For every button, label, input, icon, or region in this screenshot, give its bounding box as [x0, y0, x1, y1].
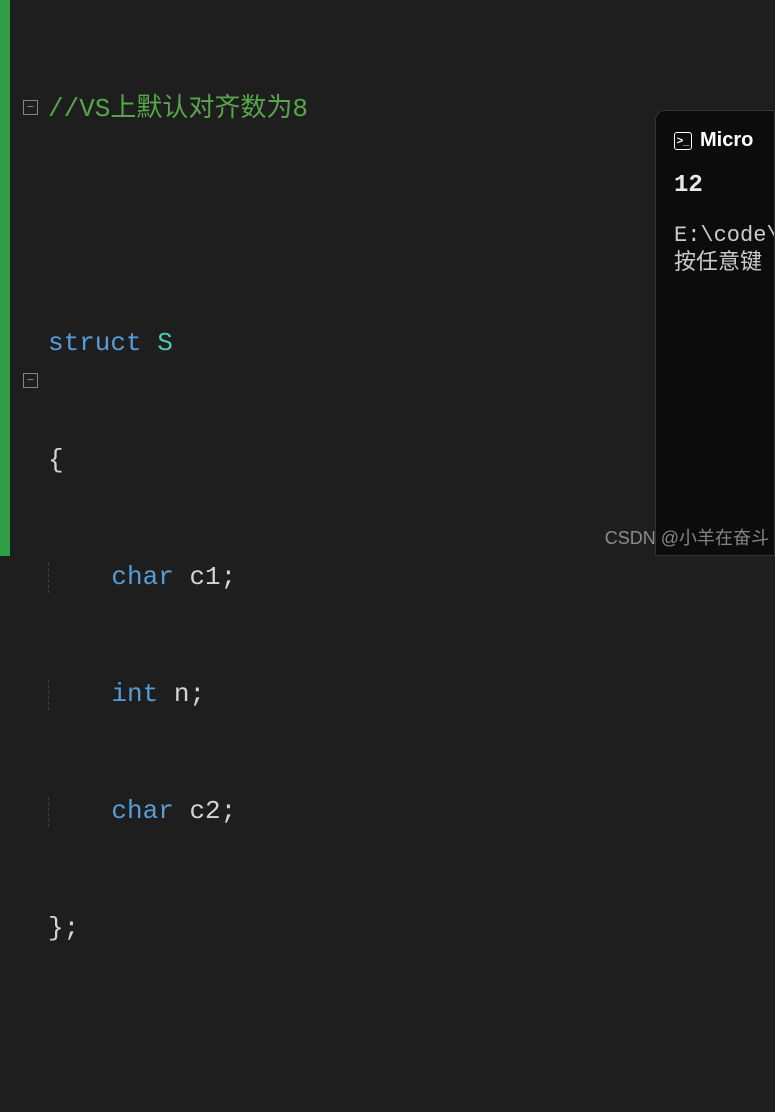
- change-indicator-bar: [0, 0, 10, 556]
- console-title: Micro: [700, 129, 753, 152]
- console-titlebar[interactable]: >_ Micro: [674, 129, 762, 152]
- member-n: n: [174, 675, 190, 714]
- output-path: E:\code\: [674, 222, 762, 250]
- type-name: S: [157, 324, 173, 363]
- terminal-icon: >_: [674, 132, 692, 150]
- brace-close: };: [48, 909, 79, 948]
- member-c1: c1: [189, 558, 220, 597]
- keyword-char: char: [111, 792, 173, 831]
- keyword-int: int: [111, 675, 158, 714]
- brace: {: [48, 441, 64, 480]
- keyword-char: char: [111, 558, 173, 597]
- watermark-text: CSDN @小羊在奋斗: [605, 524, 769, 550]
- console-output[interactable]: 12 E:\code\ 按任意键: [674, 172, 762, 278]
- fold-gutter: − −: [23, 0, 41, 556]
- fold-toggle-icon[interactable]: −: [23, 373, 38, 388]
- keyword-struct: struct: [48, 324, 142, 363]
- output-value: 12: [674, 172, 762, 200]
- code-content[interactable]: //VS上默认对齐数为8 struct S { char c1; int n; …: [48, 12, 642, 1112]
- output-prompt: 按任意键: [674, 250, 762, 278]
- console-window: >_ Micro 12 E:\code\ 按任意键: [655, 110, 775, 556]
- comment-text: //VS上默认对齐数为8: [48, 90, 308, 129]
- member-c2: c2: [189, 792, 220, 831]
- fold-toggle-icon[interactable]: −: [23, 100, 38, 115]
